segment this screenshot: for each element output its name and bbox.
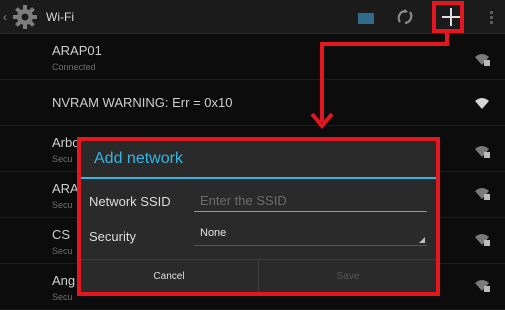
security-value: None xyxy=(200,227,227,239)
network-name: NVRAM WARNING: Err = 0x10 xyxy=(52,95,233,110)
dropdown-corner-icon xyxy=(419,237,425,243)
annotation-arrow-horizontal xyxy=(320,42,449,46)
save-button[interactable]: Save xyxy=(259,260,437,294)
page-title: Wi-Fi xyxy=(46,10,74,24)
ssid-label: Network SSID xyxy=(89,194,171,209)
add-network-plus-icon[interactable] xyxy=(438,4,464,30)
wps-pin-icon[interactable] xyxy=(358,13,374,24)
wifi-locked-icon xyxy=(475,188,490,200)
network-status: Secu xyxy=(52,292,73,302)
overflow-menu-icon[interactable] xyxy=(490,11,493,25)
network-status: Connected xyxy=(52,62,96,72)
network-name: Ang xyxy=(52,273,76,288)
annotation-arrow-riser xyxy=(445,32,449,46)
settings-gear-icon[interactable] xyxy=(12,4,38,30)
action-bar: ‹ Wi-Fi xyxy=(0,0,505,34)
wifi-locked-icon xyxy=(475,54,490,66)
wps-push-button-icon[interactable] xyxy=(396,8,414,26)
network-row[interactable]: ARAP01 Connected xyxy=(0,34,505,80)
network-name: CS xyxy=(52,227,71,242)
network-row[interactable]: NVRAM WARNING: Err = 0x10 xyxy=(0,80,505,126)
dialog-title-divider xyxy=(80,177,437,179)
security-label: Security xyxy=(89,229,136,244)
network-status: Secu xyxy=(52,246,73,256)
annotation-arrow-head-icon xyxy=(310,112,334,130)
wifi-locked-icon xyxy=(475,234,490,246)
add-network-dialog: Add network Network SSID Security None C… xyxy=(80,140,437,294)
cancel-button[interactable]: Cancel xyxy=(80,260,259,294)
annotation-arrow-vertical xyxy=(320,42,324,122)
back-chevron-icon[interactable]: ‹ xyxy=(3,10,7,24)
security-select[interactable]: None xyxy=(194,224,427,246)
dialog-button-bar: Cancel Save xyxy=(80,259,437,294)
wifi-locked-icon xyxy=(475,146,490,158)
dialog-title: Add network xyxy=(94,150,183,167)
network-name: ARA xyxy=(52,181,79,196)
network-status: Secu xyxy=(52,200,73,210)
network-status: Secu xyxy=(52,154,73,164)
network-name: ARAP01 xyxy=(52,43,102,58)
wifi-open-icon xyxy=(475,98,489,109)
wifi-locked-icon xyxy=(475,280,490,292)
ssid-input[interactable] xyxy=(194,190,427,212)
